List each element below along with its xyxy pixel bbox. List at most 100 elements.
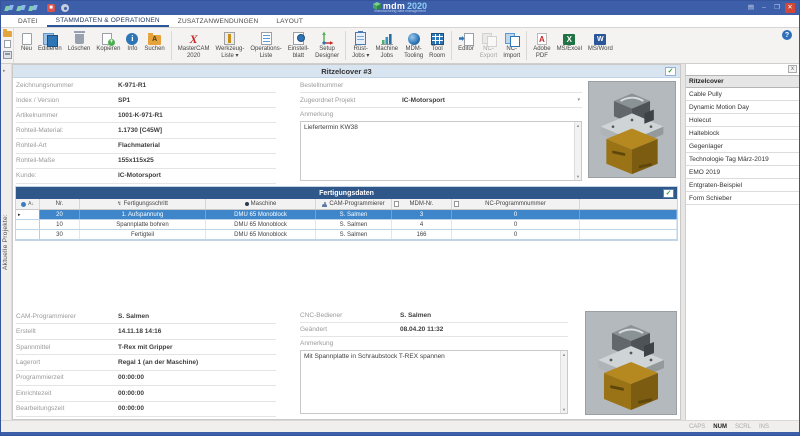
- table-row[interactable]: 10 Spannplatte bohren DMU 65 Monoblock S…: [16, 220, 677, 230]
- connection-icon[interactable]: [29, 5, 37, 12]
- column-header-cam-programmierer[interactable]: CAM-Programmierer: [316, 199, 392, 209]
- sidebar-item-cable-pully[interactable]: Cable Pully: [686, 88, 799, 101]
- projects-rail-tab[interactable]: ▸ Aktuelle Projekte:: [1, 64, 12, 420]
- table-row[interactable]: ▸ 20 1. Aufspannung DMU 65 Monoblock S. …: [16, 210, 677, 220]
- textarea-scrollbar[interactable]: ▲▼: [560, 351, 567, 413]
- tab-stammdaten-operationen[interactable]: STAMMDATEN & OPERATIONEN: [47, 15, 169, 27]
- column-header-mdm-nr[interactable]: MDM-Nr.: [392, 199, 452, 209]
- minimize-button[interactable]: –: [759, 3, 769, 13]
- tab-datei[interactable]: DATEI: [9, 15, 47, 27]
- field-label: Erstellt: [16, 328, 118, 335]
- checkmark-icon[interactable]: ✓: [665, 67, 676, 76]
- checkmark-icon[interactable]: ✓: [663, 189, 674, 198]
- scroll-up-icon[interactable]: ▲: [576, 123, 580, 128]
- button-label: Suchen: [144, 46, 164, 53]
- tab-layout[interactable]: LAYOUT: [267, 15, 312, 27]
- stop-icon[interactable]: ■: [47, 4, 55, 12]
- window-menu-icon[interactable]: ▤: [746, 3, 756, 13]
- sidebar-item-entgraten-beispiel[interactable]: Entgraten-Beispiel: [686, 179, 799, 192]
- neu-button[interactable]: Neu: [18, 30, 35, 53]
- help-button[interactable]: ?: [782, 30, 792, 40]
- rohteil-material-field[interactable]: 1.1730 [C45W]: [118, 127, 162, 134]
- connection-icon[interactable]: [17, 5, 25, 12]
- tool-room-button[interactable]: Tool Room: [426, 30, 448, 60]
- panel-icon[interactable]: [3, 51, 12, 59]
- geaendert-field[interactable]: 08.04.20 11:32: [400, 326, 443, 333]
- ms-excel-button[interactable]: X MS/Excel: [554, 30, 585, 53]
- form-row: CNC-Bediener S. Salmen: [300, 309, 568, 323]
- kopieren-button[interactable]: Kopieren: [93, 30, 123, 53]
- close-icon[interactable]: x: [788, 65, 797, 73]
- loeschen-button[interactable]: Löschen: [65, 30, 94, 53]
- column-header-nr[interactable]: Nr.: [40, 199, 80, 209]
- info-button[interactable]: Info: [123, 30, 141, 53]
- ruest-jobs-button[interactable]: Rüst- Jobs ▾: [349, 30, 372, 60]
- tab-zusatzanwendungen[interactable]: ZUSATZANWENDUNGEN: [169, 15, 268, 27]
- connection-icon[interactable]: [5, 5, 13, 12]
- sidebar-item-holecut[interactable]: Holecut: [686, 114, 799, 127]
- sidebar-item-halteblock[interactable]: Halteblock: [686, 127, 799, 140]
- toolbar-group-edit: Neu Editieren Löschen Kopieren Info Such…: [16, 28, 170, 63]
- sidebar-item-technologie-tag[interactable]: Technologie Tag März-2019: [686, 153, 799, 166]
- column-header-maschine[interactable]: Maschine: [206, 199, 316, 209]
- kunde-field[interactable]: IC-Motorsport: [118, 172, 161, 179]
- setup-designer-button[interactable]: Setup Designer: [312, 30, 342, 60]
- cnc-bediener-field[interactable]: S. Salmen: [400, 312, 431, 319]
- anmerkung-textarea[interactable]: Liefertermin KW38 ▲▼: [300, 121, 582, 181]
- sidebar-item-form-schieber[interactable]: Form Schieber: [686, 192, 799, 205]
- button-label: Setup Designer: [315, 46, 339, 60]
- info-icon: [126, 31, 138, 45]
- nc-import-button[interactable]: NC- Import: [500, 30, 523, 60]
- page-icon[interactable]: [4, 40, 11, 48]
- expander-arrow-icon[interactable]: ▸: [3, 68, 6, 74]
- lagerort-field[interactable]: Regal 1 (an der Maschine): [118, 359, 198, 366]
- field-label: Einrichtezeit: [16, 390, 118, 397]
- form-row: Bestellnummer: [300, 78, 582, 93]
- scroll-down-icon[interactable]: ▼: [576, 174, 580, 179]
- editieren-button[interactable]: Editieren: [35, 30, 65, 53]
- erstellt-field[interactable]: 14.11.18 14:16: [118, 328, 161, 335]
- sidebar-item-gegenlager[interactable]: Gegenlager: [686, 140, 799, 153]
- mastercam-button[interactable]: X MasterCAM 2020: [175, 30, 213, 60]
- table-row[interactable]: 30 Fertigteil DMU 65 Monoblock S. Salmen…: [16, 230, 677, 240]
- programmierzeit-field[interactable]: 00:00:00: [118, 374, 144, 381]
- werkzeug-liste-button[interactable]: Werkzeug- Liste ▾: [212, 30, 247, 60]
- close-button[interactable]: ✕: [785, 3, 795, 13]
- editor-button[interactable]: Editor: [455, 30, 477, 53]
- cam-programmierer-field[interactable]: S. Salmen: [118, 313, 149, 320]
- einstellblatt-button[interactable]: Einstell- blatt: [285, 30, 312, 60]
- sidebar-current-project[interactable]: Ritzelcover: [686, 75, 799, 88]
- sort-az-icon[interactable]: A↓: [28, 201, 34, 207]
- textarea-scrollbar[interactable]: ▲▼: [574, 122, 581, 180]
- scroll-up-icon[interactable]: ▲: [562, 352, 566, 357]
- form-row: Rohteil-ArtFlachmaterial: [16, 139, 276, 154]
- index-version-field[interactable]: SP1: [118, 97, 130, 104]
- mdm-tooling-button[interactable]: MDM- Tooling: [401, 30, 426, 60]
- nc-export-icon: [482, 31, 496, 45]
- toolbar-separator: [526, 31, 527, 60]
- rohteil-art-field[interactable]: Flachmaterial: [118, 142, 160, 149]
- detail-anmerkung-textarea[interactable]: Mit Spannplatte in Schraubstock T-REX sp…: [300, 350, 568, 414]
- spannmittel-field[interactable]: T-Rex mit Gripper: [118, 344, 173, 351]
- projekt-dropdown[interactable]: IC-Motorsport ▾: [396, 93, 582, 107]
- folder-icon[interactable]: [3, 31, 12, 37]
- settings-gear-icon[interactable]: [61, 4, 69, 12]
- ms-word-button[interactable]: W MS/Word: [585, 30, 616, 53]
- artikelnummer-field[interactable]: 1001-K-971-R1: [118, 112, 163, 119]
- field-label: Rohteil-Art: [16, 142, 118, 149]
- bearbeitungszeit-field[interactable]: 00:00:00: [118, 405, 144, 412]
- sidebar-item-dynamic-motion-day[interactable]: Dynamic Motion Day: [686, 101, 799, 114]
- scroll-down-icon[interactable]: ▼: [562, 407, 566, 412]
- column-header-fertigungsschritt[interactable]: ↯Fertigungsschritt: [80, 199, 206, 209]
- maximize-button[interactable]: ❐: [772, 3, 782, 13]
- operations-liste-button[interactable]: Operations- Liste: [247, 30, 284, 60]
- zeichnungsnummer-field[interactable]: K-971-R1: [118, 82, 146, 89]
- rohteil-masse-field[interactable]: 155x115x25: [118, 157, 154, 164]
- suchen-button[interactable]: Suchen: [141, 30, 167, 53]
- adobe-pdf-button[interactable]: Adobe PDF: [530, 30, 553, 60]
- form-row: Artikelnummer1001-K-971-R1: [16, 108, 276, 123]
- einrichtezeit-field[interactable]: 00:00:00: [118, 390, 144, 397]
- machine-jobs-button[interactable]: Machine Jobs: [372, 30, 401, 60]
- column-header-nc-programmnummer[interactable]: NC-Programmnummer: [452, 199, 580, 209]
- sidebar-item-emo-2019[interactable]: EMO 2019: [686, 166, 799, 179]
